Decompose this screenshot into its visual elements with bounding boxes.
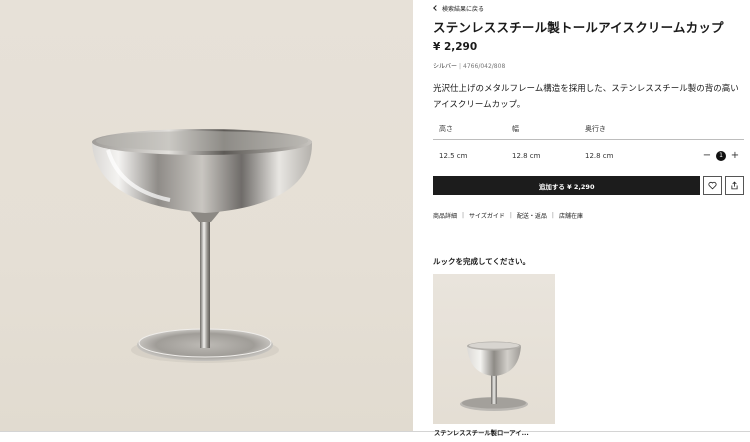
- related-product-caption[interactable]: ステンレススチール製ローアイ...: [434, 428, 556, 437]
- height-value: 12.5 cm: [439, 151, 468, 160]
- quantity-increase-button[interactable]: +: [730, 150, 740, 161]
- product-reference: 4766/042/808: [463, 63, 506, 70]
- back-to-results-link[interactable]: 検索結果に戻る: [433, 3, 484, 13]
- separator: |: [551, 212, 554, 219]
- product-description: 光沢仕上げのメタルフレーム構造を採用した、ステンレススチール製の背の高いアイスク…: [433, 84, 739, 110]
- separator: |: [462, 212, 465, 219]
- product-title: ステンレススチール製トールアイスクリームカップ: [433, 20, 724, 35]
- share-button[interactable]: [725, 176, 744, 195]
- height-header: 高さ: [439, 124, 453, 133]
- product-color: シルバー: [433, 63, 458, 70]
- dimensions-value-row: 12.5 cm 12.8 cm 12.8 cm − 1 +: [433, 140, 744, 171]
- color-and-reference: シルバー | 4766/042/808: [433, 61, 505, 70]
- back-link-label: 検索結果に戻る: [442, 5, 485, 13]
- complete-look-heading: ルックを完成してください。: [433, 257, 531, 266]
- related-product-image[interactable]: [433, 274, 555, 424]
- low-ice-cream-cup-illustration: [460, 341, 528, 411]
- chevron-left-icon: [433, 5, 439, 11]
- width-value: 12.8 cm: [512, 151, 541, 160]
- page-divider: [0, 431, 750, 432]
- depth-header: 奥行き: [585, 124, 606, 133]
- separator: |: [459, 63, 462, 70]
- product-price: ¥ 2,290: [433, 41, 478, 53]
- info-links: 商品詳細 | サイズガイド | 配送・返品 | 店舗在庫: [433, 211, 583, 220]
- separator: |: [509, 212, 512, 219]
- heart-icon: [708, 181, 717, 190]
- favorite-button[interactable]: [703, 176, 723, 195]
- purchase-actions: 追加する ¥ 2,290: [433, 176, 744, 195]
- depth-value: 12.8 cm: [585, 151, 614, 160]
- product-details-link[interactable]: 商品詳細: [433, 211, 457, 220]
- tall-ice-cream-cup-illustration: [92, 129, 313, 363]
- store-stock-link[interactable]: 店舗在庫: [559, 211, 583, 220]
- add-to-cart-button[interactable]: 追加する ¥ 2,290: [433, 176, 701, 195]
- shipping-returns-link[interactable]: 配送・返品: [517, 211, 547, 220]
- dimensions-table: 高さ 幅 奥行き 12.5 cm 12.8 cm 12.8 cm − 1 +: [433, 118, 744, 171]
- quantity-value: 1: [716, 150, 726, 161]
- product-main-image[interactable]: [0, 0, 413, 431]
- size-guide-link[interactable]: サイズガイド: [469, 211, 505, 220]
- quantity-stepper: − 1 +: [702, 150, 740, 161]
- dimensions-header-row: 高さ 幅 奥行き: [433, 118, 744, 140]
- quantity-decrease-button[interactable]: −: [702, 150, 712, 161]
- share-icon: [731, 181, 738, 190]
- width-header: 幅: [512, 124, 519, 133]
